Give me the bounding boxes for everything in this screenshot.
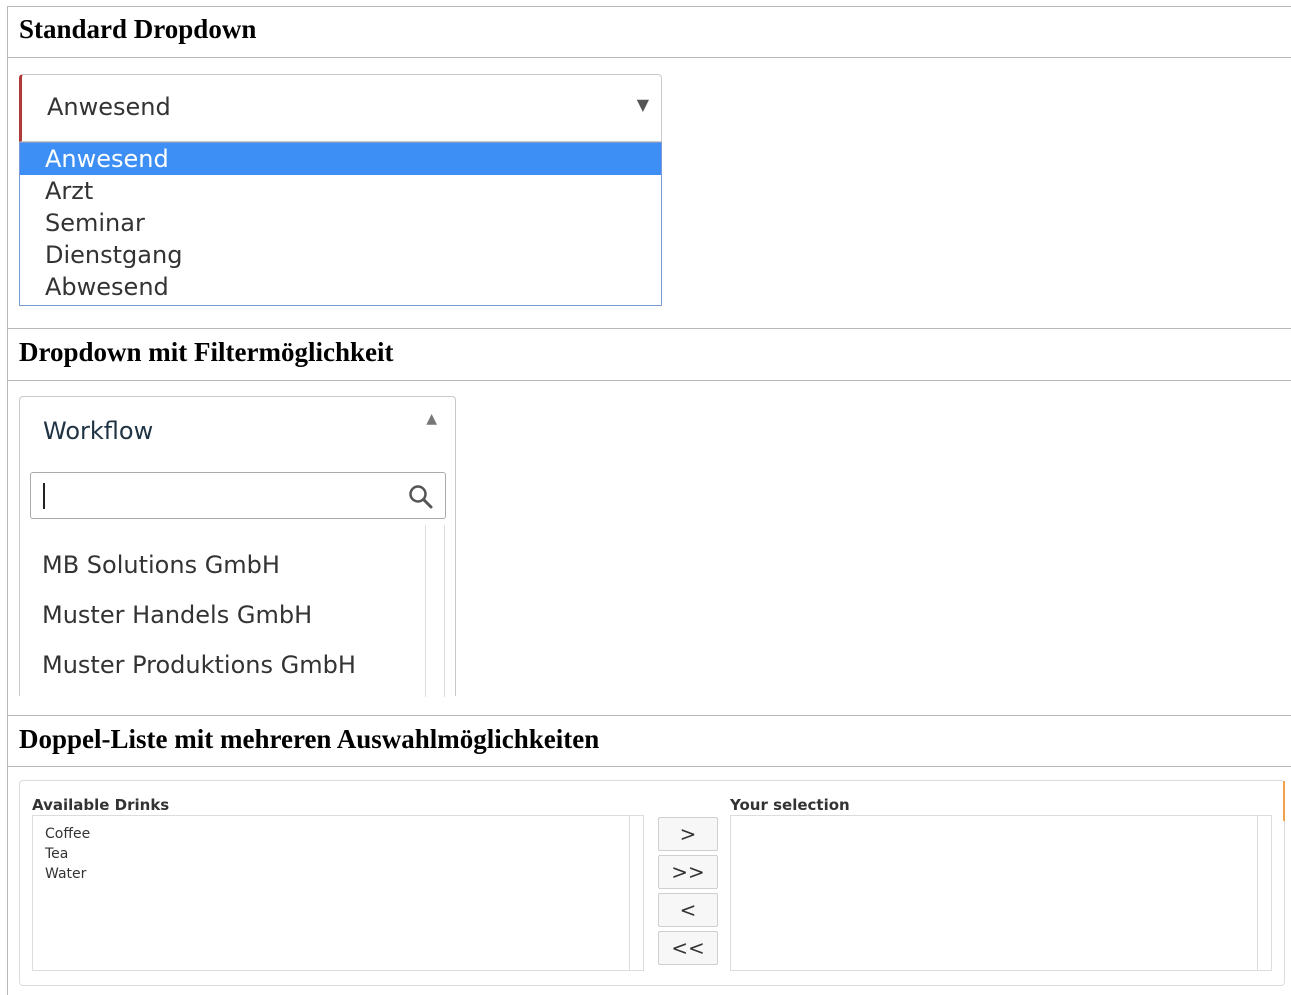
section-title-filter: Dropdown mit Filtermöglichkeit xyxy=(7,329,1291,381)
move-all-button[interactable]: >> xyxy=(658,855,718,889)
dual-list-widget: Available Drinks Your selection Coffee T… xyxy=(19,780,1285,986)
standard-dropdown-value: Anwesend xyxy=(47,93,171,121)
list-item[interactable]: Tea xyxy=(33,844,643,864)
filter-list-item[interactable]: Muster Handels GmbH xyxy=(42,601,312,629)
remove-all-button[interactable]: << xyxy=(658,931,718,965)
scrollbar[interactable] xyxy=(425,525,445,697)
accent-marker xyxy=(1283,781,1285,821)
available-listbox[interactable]: Coffee Tea Water xyxy=(32,815,644,971)
remove-one-button[interactable]: < xyxy=(658,893,718,927)
dropdown-option[interactable]: Dienstgang xyxy=(20,239,661,271)
dropdown-option[interactable]: Seminar xyxy=(20,207,661,239)
chevron-down-icon: ▼ xyxy=(636,95,649,114)
standard-dropdown-list: Anwesend Arzt Seminar Dienstgang Abwesen… xyxy=(19,142,662,306)
dropdown-option[interactable]: Anwesend xyxy=(20,143,661,175)
search-icon[interactable] xyxy=(407,483,435,511)
move-one-button[interactable]: > xyxy=(658,817,718,851)
list-item[interactable]: Water xyxy=(33,864,643,884)
chevron-up-icon: ▲ xyxy=(426,411,437,427)
filter-list-item[interactable]: MB Solutions GmbH xyxy=(42,551,280,579)
selection-label: Your selection xyxy=(730,796,850,814)
filter-dropdown-value: Workflow xyxy=(43,417,154,445)
dropdown-option[interactable]: Arzt xyxy=(20,175,661,207)
section-title-dual-list: Doppel-Liste mit mehreren Auswahlmöglich… xyxy=(7,716,1291,767)
scrollbar[interactable] xyxy=(629,816,643,970)
section-title-standard: Standard Dropdown xyxy=(7,6,1291,58)
filter-list-item[interactable]: Muster Produktions GmbH xyxy=(42,651,356,679)
filter-search-input[interactable] xyxy=(30,472,446,519)
selection-listbox[interactable] xyxy=(730,815,1272,971)
dropdown-option[interactable]: Abwesend xyxy=(20,271,661,303)
filter-dropdown[interactable]: Workflow ▲ MB Solutions GmbH Muster Hand… xyxy=(19,396,456,697)
list-item[interactable]: Coffee xyxy=(33,824,643,844)
available-label: Available Drinks xyxy=(32,796,170,814)
scrollbar[interactable] xyxy=(1257,816,1271,970)
standard-dropdown[interactable]: Anwesend ▼ xyxy=(19,74,662,142)
text-cursor xyxy=(43,483,45,509)
